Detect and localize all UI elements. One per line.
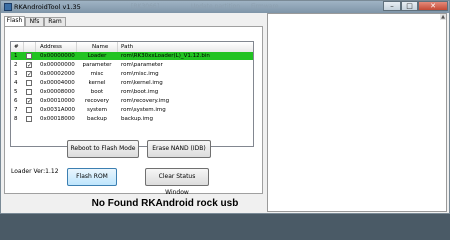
row-name: backup: [87, 116, 107, 122]
row-address: 0x00008000: [40, 89, 75, 95]
flash-panel: # Address Name Path 1 0x00000000 Loader …: [4, 26, 263, 196]
row-path[interactable]: rom\recovery.img: [121, 97, 169, 105]
row-number: 2: [14, 62, 18, 68]
window-title: RKAndroidTool v1.35: [14, 3, 81, 11]
row-number: 7: [14, 107, 18, 113]
table-row[interactable]: 2 ✓ 0x00000000 parameter rom\parameter: [11, 61, 253, 69]
row-path[interactable]: rom\parameter: [121, 61, 163, 69]
row-checkbox[interactable]: [26, 107, 32, 113]
row-name: boot: [90, 89, 104, 95]
row-address: 0x0031A000: [40, 107, 76, 113]
table-row[interactable]: 1 0x00000000 Loader rom\RK30xxLoader(L)_…: [11, 52, 253, 60]
row-name: kernel: [88, 80, 106, 86]
row-name: Loader: [87, 53, 107, 59]
row-checkbox[interactable]: [26, 89, 32, 95]
table-row[interactable]: 5 0x00008000 boot rom\boot.img: [11, 88, 253, 96]
row-number: 5: [14, 89, 18, 95]
row-address: 0x00002000: [40, 71, 75, 77]
header-address: Address: [40, 44, 62, 50]
app-window: RKAndroidTool v1.35 [RK3066] Update part…: [0, 0, 450, 214]
row-path[interactable]: rom\boot.img: [121, 88, 158, 96]
row-path[interactable]: rom\misc.img: [121, 70, 159, 78]
row-address: 0x00000000: [40, 53, 75, 59]
row-name: misc: [90, 71, 104, 77]
row-path[interactable]: backup.img: [121, 115, 153, 123]
title-ghost-text-1: [RK3066]: [131, 3, 160, 10]
row-name: recovery: [84, 98, 110, 104]
row-checkbox[interactable]: ✓: [26, 98, 32, 105]
row-path[interactable]: rom\RK30xxLoader(L)_V1.12.bin: [121, 52, 210, 60]
flash-rom-button[interactable]: Flash ROM: [67, 168, 117, 186]
status-window[interactable]: ▲: [267, 13, 447, 212]
row-number: 1: [14, 53, 18, 59]
row-address: 0x00000000: [40, 62, 75, 68]
maximize-button[interactable]: □: [401, 1, 418, 11]
table-row[interactable]: 3 ✓ 0x00002000 misc rom\misc.img: [11, 70, 253, 78]
header-path: Path: [121, 44, 134, 50]
loader-version: Loader Ver:1.12: [11, 168, 59, 175]
tab-flash[interactable]: Flash: [4, 16, 25, 26]
table-row[interactable]: 6 ✓ 0x00010000 recovery rom\recovery.img: [11, 97, 253, 105]
row-number: 3: [14, 71, 18, 77]
table-row[interactable]: 7 0x0031A000 system rom\system.img: [11, 106, 253, 114]
header-name: Name: [92, 44, 109, 50]
title-bar[interactable]: RKAndroidTool v1.35 [RK3066] Update part…: [1, 1, 449, 13]
tab-nfs[interactable]: Nfs: [25, 17, 44, 26]
row-path[interactable]: rom\kernel.img: [121, 79, 163, 87]
row-number: 4: [14, 80, 18, 86]
partition-table: # Address Name Path 1 0x00000000 Loader …: [10, 41, 254, 147]
title-ghost-text-2: Update partition: [191, 3, 241, 10]
table-row[interactable]: 4 0x00004000 kernel rom\kernel.img: [11, 79, 253, 87]
row-checkbox[interactable]: [26, 53, 32, 59]
row-name: system: [87, 107, 107, 113]
row-checkbox[interactable]: [26, 80, 32, 86]
reboot-flash-mode-button[interactable]: Reboot to Flash Mode: [67, 140, 139, 158]
row-address: 0x00018000: [40, 116, 75, 122]
erase-nand-button[interactable]: Erase NAND (IDB): [147, 140, 211, 158]
tab-ram[interactable]: Ram: [44, 17, 66, 26]
row-checkbox[interactable]: [26, 116, 32, 122]
scroll-up-arrow-icon[interactable]: ▲: [440, 14, 446, 20]
table-row[interactable]: 8 0x00018000 backup backup.img: [11, 115, 253, 123]
row-checkbox[interactable]: ✓: [26, 71, 32, 78]
row-address: 0x00004000: [40, 80, 75, 86]
app-icon: [4, 3, 12, 11]
close-button[interactable]: ✕: [418, 1, 448, 11]
row-address: 0x00010000: [40, 98, 75, 104]
row-checkbox[interactable]: ✓: [26, 62, 32, 69]
minimize-button[interactable]: –: [383, 1, 401, 11]
row-name: parameter: [82, 62, 112, 68]
title-ghost-text-3: Firmware: [251, 3, 279, 10]
row-number: 6: [14, 98, 18, 104]
header-num: #: [14, 44, 19, 50]
row-path[interactable]: rom\system.img: [121, 106, 166, 114]
row-number: 8: [14, 116, 18, 122]
clear-status-window-button[interactable]: Clear Status Window: [145, 168, 209, 196]
